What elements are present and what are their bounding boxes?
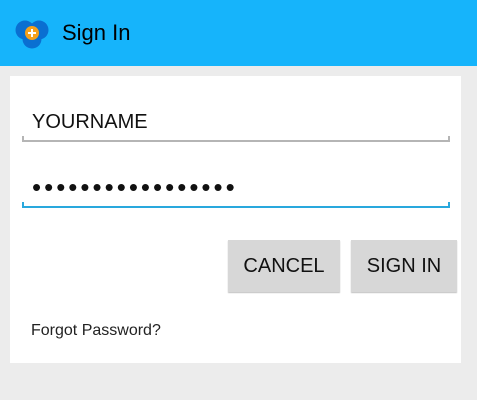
app-logo-icon [15,20,49,49]
username-value: YOURNAME [32,111,148,133]
sign-in-panel: YOURNAME ••••••••••••••••• CANCEL SIGN I… [10,76,461,363]
password-value: ••••••••••••••••• [32,172,238,202]
username-field[interactable]: YOURNAME [22,102,450,142]
username-underline [22,136,450,142]
title-bar: Sign In [0,0,477,66]
sign-in-button[interactable]: SIGN IN [351,240,457,292]
password-underline [22,202,450,208]
forgot-password-link[interactable]: Forgot Password? [31,321,161,341]
window-title: Sign In [62,20,131,45]
password-field[interactable]: ••••••••••••••••• [22,168,450,208]
cancel-button[interactable]: CANCEL [228,240,340,292]
